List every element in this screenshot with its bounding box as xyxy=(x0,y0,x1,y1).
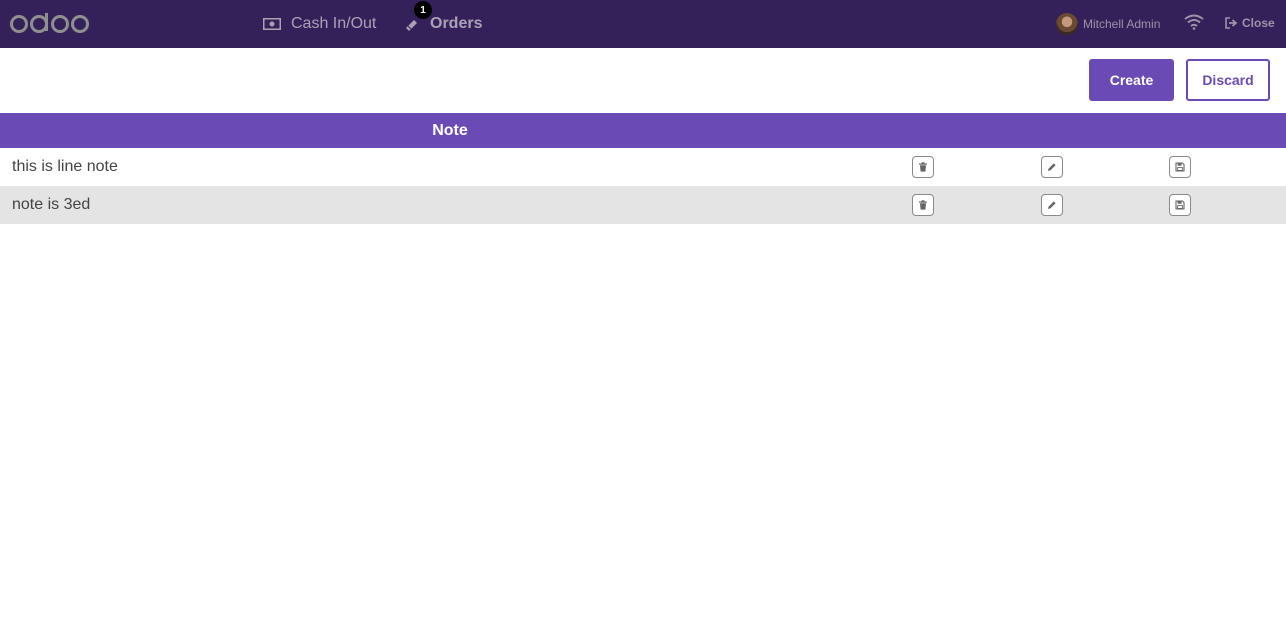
orders-label: Orders xyxy=(430,15,483,32)
cash-icon xyxy=(263,18,281,30)
cash-in-out-button[interactable]: Cash In/Out xyxy=(263,0,376,48)
save-button[interactable] xyxy=(1169,194,1191,216)
table-row: note is 3ed xyxy=(0,186,1286,224)
odoo-logo xyxy=(10,13,89,33)
wifi-icon xyxy=(1184,14,1204,30)
delete-button[interactable] xyxy=(912,194,934,216)
save-icon xyxy=(1175,200,1185,210)
note-cell: this is line note xyxy=(12,158,118,175)
sign-out-icon xyxy=(1225,17,1238,29)
delete-button[interactable] xyxy=(912,156,934,178)
edit-button[interactable] xyxy=(1041,156,1063,178)
table-row: this is line note xyxy=(0,148,1286,186)
edit-button[interactable] xyxy=(1041,194,1063,216)
user-menu[interactable]: Mitchell Admin xyxy=(1056,0,1160,48)
create-button[interactable]: Create xyxy=(1089,59,1174,101)
note-cell: note is 3ed xyxy=(12,196,91,213)
discard-button[interactable]: Discard xyxy=(1186,59,1270,101)
table-header: Note xyxy=(0,113,1286,148)
close-label: Close xyxy=(1242,16,1275,30)
top-navbar: Cash In/Out 1 Orders Mitchell Admin Clos… xyxy=(0,0,1286,48)
orders-button[interactable]: 1 Orders xyxy=(404,0,482,48)
pencil-icon xyxy=(1048,201,1056,209)
orders-count-badge: 1 xyxy=(414,1,432,19)
close-button[interactable]: Close xyxy=(1225,0,1275,46)
note-column-header: Note xyxy=(432,121,468,139)
user-name: Mitchell Admin xyxy=(1083,17,1161,31)
orders-icon: 1 xyxy=(404,1,432,32)
trash-icon xyxy=(919,162,927,172)
trash-icon xyxy=(919,200,927,210)
cash-in-out-label: Cash In/Out xyxy=(291,15,377,32)
pencil-icon xyxy=(1048,163,1056,171)
save-button[interactable] xyxy=(1169,156,1191,178)
avatar xyxy=(1056,13,1078,35)
save-icon xyxy=(1175,162,1185,172)
